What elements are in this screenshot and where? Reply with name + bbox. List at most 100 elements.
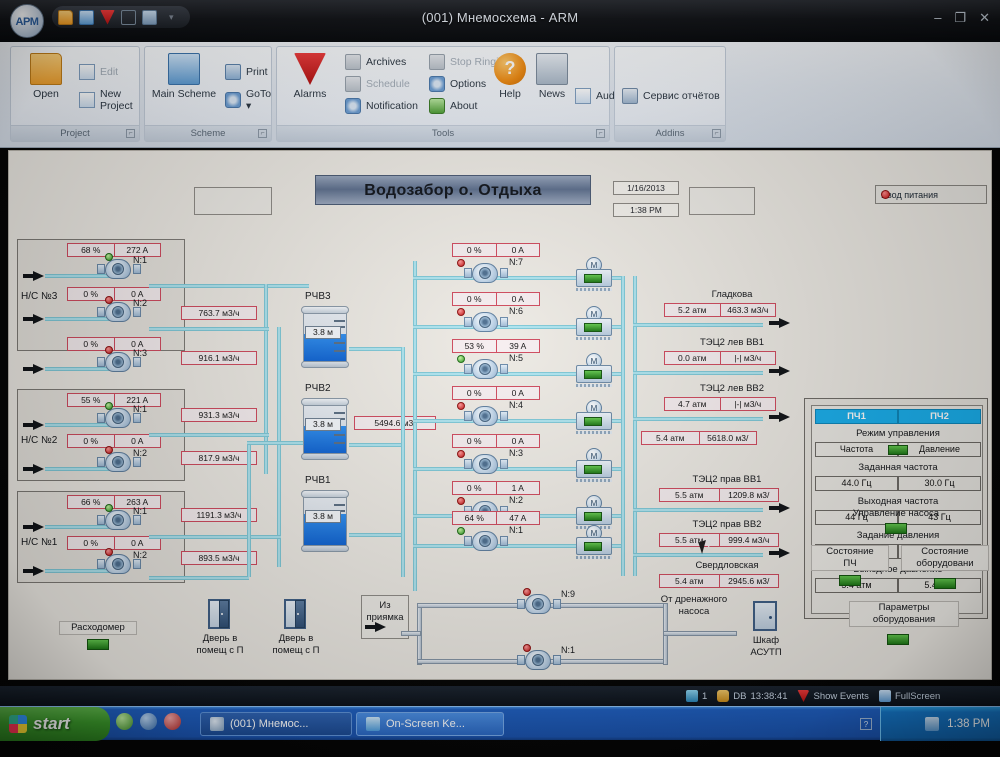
status-show-events[interactable]: Show Events — [797, 690, 868, 702]
new-project-button[interactable]: New Project — [77, 89, 139, 110]
minimize-button[interactable]: – — [934, 10, 941, 26]
media-player-icon[interactable] — [164, 713, 181, 730]
main-mvalve-3[interactable] — [539, 456, 569, 478]
drain-valve-9b[interactable] — [594, 592, 628, 614]
motor-unit-5[interactable]: M — [574, 353, 614, 387]
header-box-left[interactable] — [194, 187, 272, 215]
options-label: Options — [450, 78, 486, 90]
equipment-params-led[interactable] — [887, 634, 909, 645]
taskbar-item-mnemoscheme[interactable]: (001) Мнемос... — [200, 712, 352, 736]
door-2-label[interactable]: Дверь в помещ с П — [261, 632, 331, 658]
edit-button[interactable]: Edit — [77, 61, 118, 82]
vfd-mode-frequency[interactable]: Частота — [815, 442, 898, 457]
status-fullscreen[interactable]: FullScreen — [879, 690, 940, 702]
help-tray-icon[interactable]: ? — [860, 718, 872, 730]
tank-2[interactable]: 3.8 м — [301, 398, 349, 460]
pump-control-label[interactable]: Управление насоса — [829, 507, 963, 521]
power-input-button[interactable]: Ввод питания — [875, 185, 987, 204]
main-pump-5[interactable] — [464, 359, 508, 379]
valve-s1-p2[interactable] — [53, 552, 87, 574]
pump-control-led[interactable] — [885, 523, 907, 534]
archives-button[interactable]: Archives — [343, 51, 406, 72]
taskbar-item-onscreen-keyboard[interactable]: On-Screen Ke... — [356, 712, 504, 736]
network-icon[interactable] — [925, 717, 939, 731]
motor-status-led — [584, 417, 602, 426]
flowmeter-led[interactable] — [87, 639, 109, 650]
report-service-button[interactable]: Сервис отчётов — [620, 85, 720, 106]
vfd-state-led[interactable] — [839, 575, 861, 586]
equipment-params-label[interactable]: Параметры оборудования — [849, 601, 959, 627]
alarms-button[interactable]: Alarms — [279, 53, 341, 100]
valve-s3-p3[interactable] — [53, 350, 87, 372]
fullscreen-icon — [879, 690, 891, 702]
close-button[interactable]: ✕ — [979, 10, 990, 26]
flow-s2-b: 817.9 м3/ч — [181, 451, 257, 465]
news-button[interactable]: News — [529, 53, 575, 100]
notification-button[interactable]: Notification — [343, 95, 418, 116]
explorer-icon[interactable] — [140, 713, 157, 730]
main-mvalve-1[interactable] — [539, 533, 569, 555]
valve-s2-p1[interactable] — [53, 406, 87, 428]
main-pump-4[interactable] — [464, 406, 508, 426]
valve-s3-p1[interactable] — [53, 257, 87, 279]
motor-unit-3[interactable]: M — [574, 448, 614, 482]
flow-s3-a: 763.7 м3/ч — [181, 306, 257, 320]
start-button[interactable]: start — [0, 707, 110, 741]
about-button[interactable]: About — [427, 95, 477, 116]
maximize-button[interactable]: ❐ — [954, 10, 966, 26]
help-button[interactable]: ? Help — [487, 53, 533, 100]
motor-unit-4[interactable]: M — [574, 400, 614, 434]
vfd-row-mode[interactable]: Частота Давление — [815, 442, 981, 457]
tank-1[interactable]: 3.8 м — [301, 490, 349, 552]
main-mvalve-7[interactable] — [539, 265, 569, 287]
main-mvalve-4[interactable] — [539, 408, 569, 430]
options-button[interactable]: Options — [427, 73, 486, 94]
main-pump-3[interactable] — [464, 454, 508, 474]
motor-unit-2[interactable]: M — [574, 495, 614, 529]
vfd-mode-pressure[interactable]: Давление — [898, 442, 981, 457]
scheme-dialog-launcher-icon[interactable]: ⌐ — [258, 129, 267, 138]
main-mvalve-2[interactable] — [539, 503, 569, 525]
door-1-label[interactable]: Дверь в помещ с П — [185, 632, 255, 658]
drain-pump-9[interactable] — [517, 594, 561, 614]
print-button[interactable]: Print — [223, 61, 268, 82]
open-button[interactable]: Open — [15, 53, 77, 100]
browser-icon[interactable] — [116, 713, 133, 730]
tank-3[interactable]: 3.8 м — [301, 306, 349, 368]
main-mvalve-6[interactable] — [539, 314, 569, 336]
status-connections[interactable]: 1 — [686, 690, 707, 702]
addins-dialog-launcher-icon[interactable]: ⌐ — [712, 129, 721, 138]
door-2-icon[interactable] — [284, 599, 306, 629]
valve-s3-p2[interactable] — [53, 300, 87, 322]
goto-button[interactable]: GoTo ▾ — [223, 89, 271, 110]
drain-valve-1b[interactable] — [594, 648, 628, 670]
tools-dialog-launcher-icon[interactable]: ⌐ — [596, 129, 605, 138]
status-db[interactable]: DB 13:38:41 — [717, 690, 787, 702]
project-dialog-launcher-icon[interactable]: ⌐ — [126, 129, 135, 138]
motor-unit-1[interactable]: M — [574, 525, 614, 559]
motor-unit-7[interactable]: M — [574, 257, 614, 291]
drain-valve-9a[interactable] — [464, 592, 498, 614]
cabinet-asutp-icon[interactable] — [753, 601, 777, 631]
valve-s2-p2[interactable] — [53, 450, 87, 472]
vfd-state-label[interactable]: Cостояние ПЧ — [811, 545, 889, 571]
motor-unit-6[interactable]: M — [574, 306, 614, 340]
header-box-right[interactable] — [689, 187, 755, 215]
schedule-button[interactable]: Schedule — [343, 73, 410, 94]
drain-pump-1[interactable] — [517, 650, 561, 670]
main-pump-7[interactable] — [464, 263, 508, 283]
audit-button[interactable]: Audit — [573, 85, 620, 106]
main-mvalve-5[interactable] — [539, 361, 569, 383]
cabinet-asutp-label[interactable]: Шкаф АСУТП — [737, 634, 795, 660]
taskbar-clock[interactable]: 1:38 PM — [947, 718, 990, 730]
drain-valve-1a[interactable] — [464, 648, 498, 670]
main-scheme-button[interactable]: Main Scheme — [147, 53, 221, 100]
equipment-state-led[interactable] — [934, 578, 956, 589]
pump-lamp-s2-p2 — [105, 446, 113, 454]
door-1-icon[interactable] — [208, 599, 230, 629]
valve-s1-p1[interactable] — [53, 508, 87, 530]
main-pump-1[interactable] — [464, 531, 508, 551]
equipment-state-label[interactable]: Состояние оборудовани — [901, 545, 989, 571]
main-pump-6[interactable] — [464, 312, 508, 332]
flowmeter-label[interactable]: Расходомер — [59, 621, 137, 635]
